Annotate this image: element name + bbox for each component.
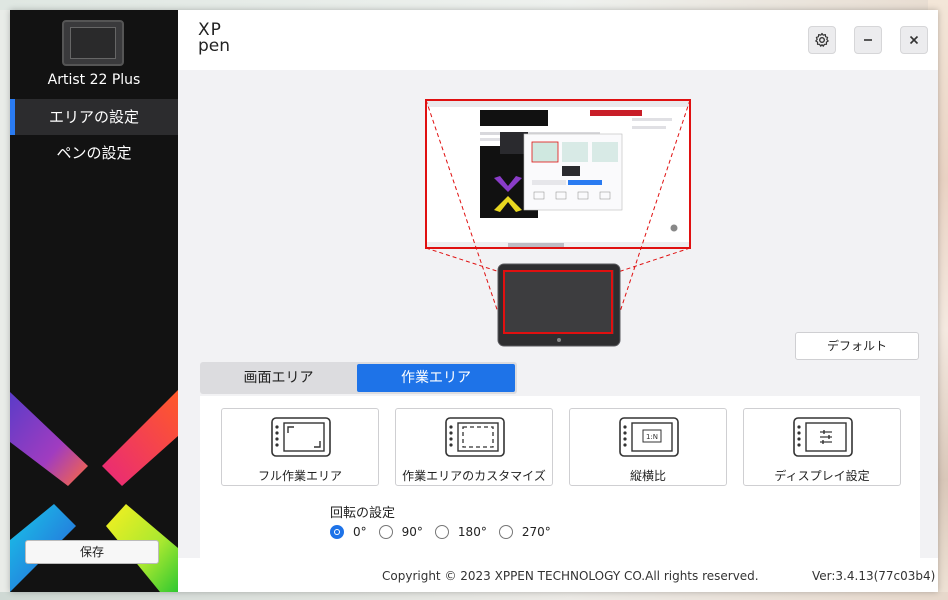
footer: Copyright © 2023 XPPEN TECHNOLOGY CO.All… <box>178 558 938 592</box>
close-icon <box>909 35 919 45</box>
work-area-panel: フル作業エリア 作業エリアのカスタマイズ 1:N 縦横比 ディスプレイ設定 回転… <box>200 396 920 558</box>
mapping-preview <box>425 99 691 347</box>
tablet-device <box>497 263 621 347</box>
rotation-label-180: 180° <box>457 525 487 539</box>
sidebar-item-pen-settings[interactable]: ペンの設定 <box>10 135 178 171</box>
copyright-text: Copyright © 2023 XPPEN TECHNOLOGY CO.All… <box>382 569 759 583</box>
app-window: Artist 22 Plus エリアの設定 ペンの設定 保存 XP pen デフ… <box>10 10 938 592</box>
rotation-label-0: 0° <box>353 525 367 539</box>
header-bar: XP pen <box>178 10 938 70</box>
device-thumbnail[interactable] <box>62 20 124 66</box>
option-label: ディスプレイ設定 <box>774 469 870 483</box>
settings-button[interactable] <box>808 26 836 54</box>
sidebar: Artist 22 Plus エリアの設定 ペンの設定 保存 <box>10 10 178 592</box>
sidebar-item-area-settings[interactable]: エリアの設定 <box>10 99 178 135</box>
option-label: 縦横比 <box>629 469 666 483</box>
full-area-icon <box>271 417 331 457</box>
device-thumbnail-screen <box>70 27 116 59</box>
aspect-ratio-option[interactable]: 1:N 縦横比 <box>569 408 727 486</box>
option-label: フル作業エリア <box>257 469 342 483</box>
rotation-radio-0[interactable] <box>330 525 344 539</box>
save-button[interactable]: 保存 <box>25 540 159 564</box>
gear-icon <box>815 32 829 47</box>
rotation-label-90: 90° <box>401 525 423 539</box>
default-button[interactable]: デフォルト <box>795 332 919 360</box>
minimize-icon <box>864 39 872 41</box>
rotation-option-270[interactable]: 270° <box>498 525 551 539</box>
rotation-label-270: 270° <box>521 525 551 539</box>
rotation-radio-270[interactable] <box>498 525 513 539</box>
tab-screen-area[interactable]: 画面エリア <box>202 364 355 392</box>
display-settings-icon <box>793 417 853 457</box>
main-content: デフォルト 画面エリア 作業エリア フル作業エリア 作業エリアのカスタマイズ 1… <box>178 70 938 558</box>
tab-work-area[interactable]: 作業エリア <box>357 364 515 392</box>
brand-logo: XP pen <box>198 22 231 56</box>
close-button[interactable] <box>900 26 928 54</box>
area-tabs: 画面エリア 作業エリア <box>200 362 517 394</box>
rotation-options: 0° 90° 180° 270° <box>330 525 563 539</box>
full-work-area-option[interactable]: フル作業エリア <box>221 408 379 486</box>
custom-work-area-option[interactable]: 作業エリアのカスタマイズ <box>395 408 553 486</box>
aspect-ratio-icon: 1:N <box>619 417 679 457</box>
custom-area-icon <box>445 417 505 457</box>
version-text: Ver:3.4.13(77c03b4) <box>812 569 936 583</box>
monitor-screen-preview <box>426 100 690 248</box>
minimize-button[interactable] <box>854 26 882 54</box>
device-name: Artist 22 Plus <box>47 72 141 88</box>
aspect-ratio-badge: 1:N <box>646 433 658 441</box>
display-settings-option[interactable]: ディスプレイ設定 <box>743 408 901 486</box>
rotation-radio-180[interactable] <box>434 525 449 539</box>
rotation-option-90[interactable]: 90° <box>378 525 423 539</box>
option-label: 作業エリアのカスタマイズ <box>402 469 546 483</box>
rotation-option-180[interactable]: 180° <box>434 525 487 539</box>
brand-logo-bottom: pen <box>198 36 231 56</box>
rotation-title: 回転の設定 <box>330 506 396 521</box>
rotation-option-0[interactable]: 0° <box>330 525 367 539</box>
desktop-wallpaper-bottom <box>0 592 948 600</box>
desktop-wallpaper-top <box>0 0 948 10</box>
rotation-radio-90[interactable] <box>378 525 393 539</box>
